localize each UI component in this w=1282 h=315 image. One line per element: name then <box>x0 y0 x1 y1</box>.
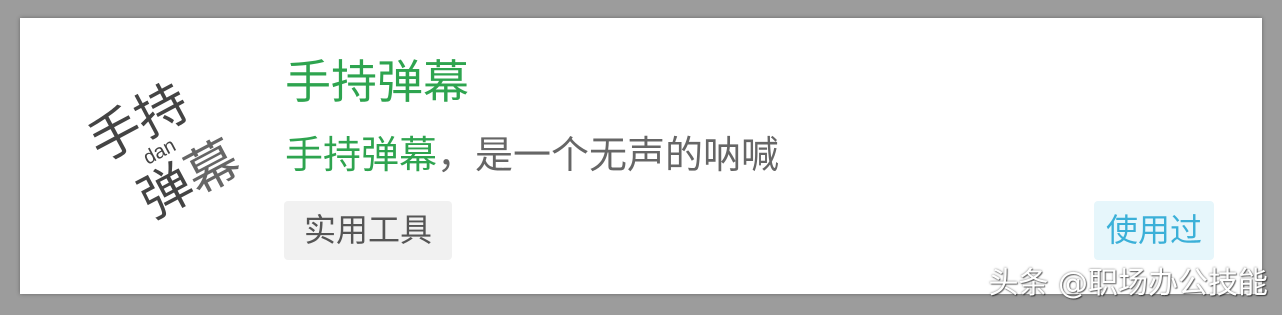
category-tag[interactable]: 实用工具 <box>284 201 453 260</box>
app-description: 手持弹幕，是一个无声的呐喊 <box>285 130 779 180</box>
app-title[interactable]: 手持弹幕 <box>285 52 469 112</box>
watermark-text: 头条 @职场办公技能 <box>988 266 1268 301</box>
description-text: ，是一个无声的呐喊 <box>437 133 780 177</box>
description-highlight: 手持弹幕 <box>285 133 438 177</box>
used-badge[interactable]: 使用过 <box>1093 201 1214 260</box>
app-logo-icon[interactable]: 手持 dan 弹 幕 <box>80 58 252 230</box>
app-card[interactable]: 手持 dan 弹 幕 手持弹幕 手持弹幕，是一个无声的呐喊 实用工具 使用过 <box>20 18 1262 294</box>
